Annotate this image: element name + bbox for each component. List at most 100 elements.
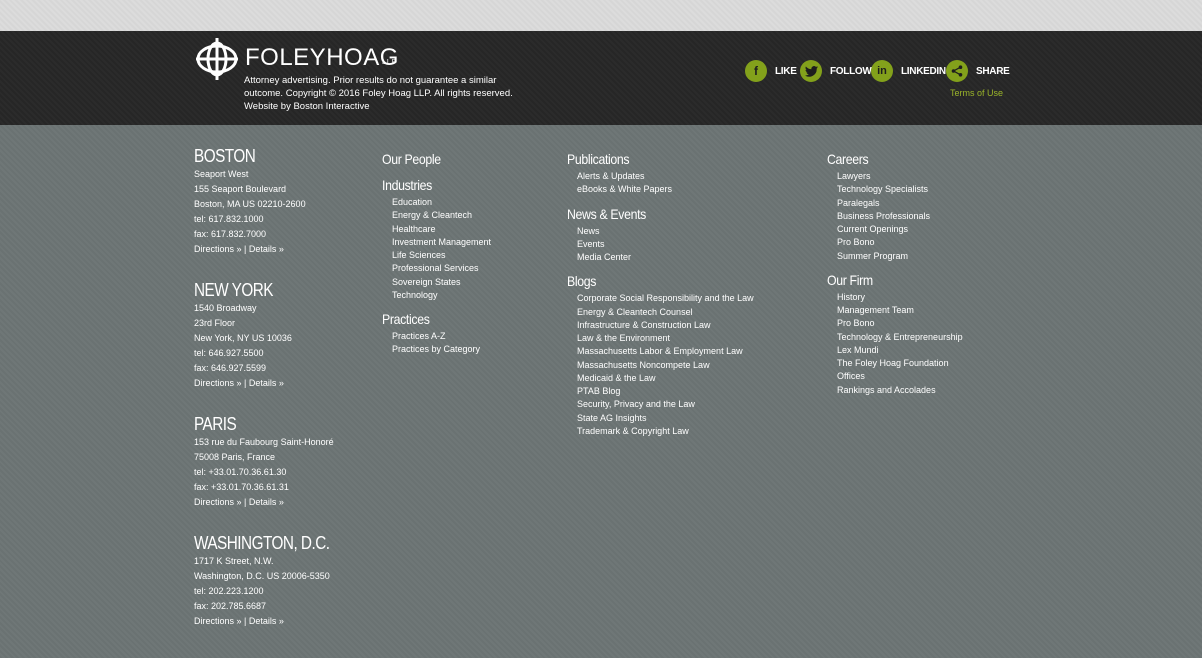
directions-link[interactable]: Directions » <box>194 497 242 507</box>
office-line: 153 rue du Faubourg Saint-Honoré <box>194 437 334 447</box>
nav-column-careers: Careers Lawyers Technology Specialists P… <box>827 150 963 401</box>
nav-link[interactable]: Technology & Entrepreneurship <box>837 331 963 344</box>
office-line: New York, NY US 10036 <box>194 333 292 343</box>
office-name[interactable]: BOSTON <box>194 146 289 166</box>
like-label: LIKE <box>775 65 797 77</box>
nav-link[interactable]: Offices <box>837 370 963 383</box>
office-links: Directions » | Details » <box>194 495 334 510</box>
office-line: 23rd Floor <box>194 318 236 328</box>
nav-heading-our-firm[interactable]: Our Firm <box>827 271 946 289</box>
nav-link[interactable]: Technology Specialists <box>837 183 963 196</box>
nav-link[interactable]: Healthcare <box>392 223 491 236</box>
nav-link[interactable]: The Foley Hoag Foundation <box>837 357 963 370</box>
nav-link[interactable]: Summer Program <box>837 250 963 263</box>
office-name[interactable]: NEW YORK <box>194 280 277 300</box>
like-link[interactable]: f LIKE <box>745 60 797 82</box>
office-name[interactable]: PARIS <box>194 414 313 434</box>
nav-heading-news-events[interactable]: News & Events <box>567 205 731 223</box>
office-line: tel: 202.223.1200 <box>194 586 264 596</box>
details-link[interactable]: Details » <box>249 497 284 507</box>
office-line: Washington, D.C. US 20006-5350 <box>194 571 330 581</box>
nav-link[interactable]: eBooks & White Papers <box>577 183 754 196</box>
office-line: fax: +33.01.70.36.61.31 <box>194 482 289 492</box>
nav-link[interactable]: Energy & Cleantech Counsel <box>577 306 754 319</box>
share-icon <box>946 60 968 82</box>
nav-link[interactable]: Investment Management <box>392 236 491 249</box>
nav-link[interactable]: Education <box>392 196 491 209</box>
share-label: SHARE <box>976 65 1010 77</box>
nav-heading-our-people[interactable]: Our People <box>382 150 478 168</box>
nav-link[interactable]: Lex Mundi <box>837 344 963 357</box>
nav-link[interactable]: Business Professionals <box>837 210 963 223</box>
office-name[interactable]: WASHINGTON, D.C. <box>194 533 330 553</box>
office-line: fax: 617.832.7000 <box>194 229 267 239</box>
nav-link[interactable]: Pro Bono <box>837 317 963 330</box>
link-separator: | <box>241 497 249 507</box>
nav-column-people: Our People Industries Education Energy &… <box>382 150 491 361</box>
nav-link[interactable]: Medicaid & the Law <box>577 372 754 385</box>
nav-link[interactable]: History <box>837 291 963 304</box>
office-line: fax: 646.927.5599 <box>194 363 267 373</box>
link-separator: | <box>241 378 249 388</box>
nav-link[interactable]: Corporate Social Responsibility and the … <box>577 292 754 305</box>
nav-link[interactable]: Management Team <box>837 304 963 317</box>
nav-heading-practices[interactable]: Practices <box>382 310 478 328</box>
nav-heading-publications[interactable]: Publications <box>567 150 731 168</box>
linkedin-link[interactable]: in LINKEDIN <box>871 60 946 82</box>
nav-link[interactable]: State AG Insights <box>577 412 754 425</box>
site-credit[interactable]: Website by Boston Interactive <box>244 101 370 112</box>
nav-link[interactable]: News <box>577 225 754 238</box>
office-links: Directions » | Details » <box>194 376 292 391</box>
link-separator: | <box>241 616 249 626</box>
directions-link[interactable]: Directions » <box>194 616 242 626</box>
office-line: 75008 Paris, France <box>194 452 276 462</box>
nav-link[interactable]: Events <box>577 238 754 251</box>
follow-link[interactable]: FOLLOW <box>800 60 872 82</box>
share-link[interactable]: SHARE <box>946 60 1010 82</box>
brand-name[interactable]: FOLEYHOAG <box>245 44 399 72</box>
terms-of-use-link[interactable]: Terms of Use <box>950 88 1003 98</box>
practices-list: Practices A-Z Practices by Category <box>392 330 491 357</box>
nav-link[interactable]: Practices by Category <box>392 343 491 356</box>
nav-link[interactable]: Current Openings <box>837 223 963 236</box>
office-washington: WASHINGTON, D.C. 1717 K Street, N.W. Was… <box>194 533 353 629</box>
nav-link[interactable]: Security, Privacy and the Law <box>577 398 754 411</box>
nav-link[interactable]: Energy & Cleantech <box>392 209 491 222</box>
nav-link[interactable]: Alerts & Updates <box>577 170 754 183</box>
nav-link[interactable]: Massachusetts Labor & Employment Law <box>577 345 754 358</box>
nav-link[interactable]: Practices A-Z <box>392 330 491 343</box>
nav-link[interactable]: Massachusetts Noncompete Law <box>577 359 754 372</box>
directions-link[interactable]: Directions » <box>194 378 242 388</box>
office-paris: PARIS 153 rue du Faubourg Saint-Honoré 7… <box>194 414 334 510</box>
nav-link[interactable]: Technology <box>392 289 491 302</box>
nav-link[interactable]: Infrastructure & Construction Law <box>577 319 754 332</box>
nav-link[interactable]: Life Sciences <box>392 249 491 262</box>
office-line: tel: 646.927.5500 <box>194 348 264 358</box>
office-line: Boston, MA US 02210-2600 <box>194 199 306 209</box>
nav-link[interactable]: Lawyers <box>837 170 963 183</box>
nav-link[interactable]: Trademark & Copyright Law <box>577 425 754 438</box>
office-links: Directions » | Details » <box>194 242 306 257</box>
nav-heading-careers[interactable]: Careers <box>827 150 946 168</box>
nav-heading-industries[interactable]: Industries <box>382 176 478 194</box>
nav-link[interactable]: Sovereign States <box>392 276 491 289</box>
nav-heading-blogs[interactable]: Blogs <box>567 272 731 290</box>
directions-link[interactable]: Directions » <box>194 244 242 254</box>
follow-label: FOLLOW <box>830 65 872 77</box>
office-links: Directions » | Details » <box>194 614 353 629</box>
nav-link[interactable]: Media Center <box>577 251 754 264</box>
nav-link[interactable]: Pro Bono <box>837 236 963 249</box>
nav-link[interactable]: Law & the Environment <box>577 332 754 345</box>
nav-link[interactable]: PTAB Blog <box>577 385 754 398</box>
office-line: 155 Seaport Boulevard <box>194 184 287 194</box>
nav-link[interactable]: Rankings and Accolades <box>837 384 963 397</box>
nav-link[interactable]: Paralegals <box>837 197 963 210</box>
details-link[interactable]: Details » <box>249 378 284 388</box>
industries-list: Education Energy & Cleantech Healthcare … <box>392 196 491 302</box>
careers-list: Lawyers Technology Specialists Paralegal… <box>837 170 963 263</box>
logo-icon[interactable] <box>194 36 240 82</box>
nav-link[interactable]: Professional Services <box>392 262 491 275</box>
office-line: 1540 Broadway <box>194 303 257 313</box>
details-link[interactable]: Details » <box>249 244 284 254</box>
details-link[interactable]: Details » <box>249 616 284 626</box>
